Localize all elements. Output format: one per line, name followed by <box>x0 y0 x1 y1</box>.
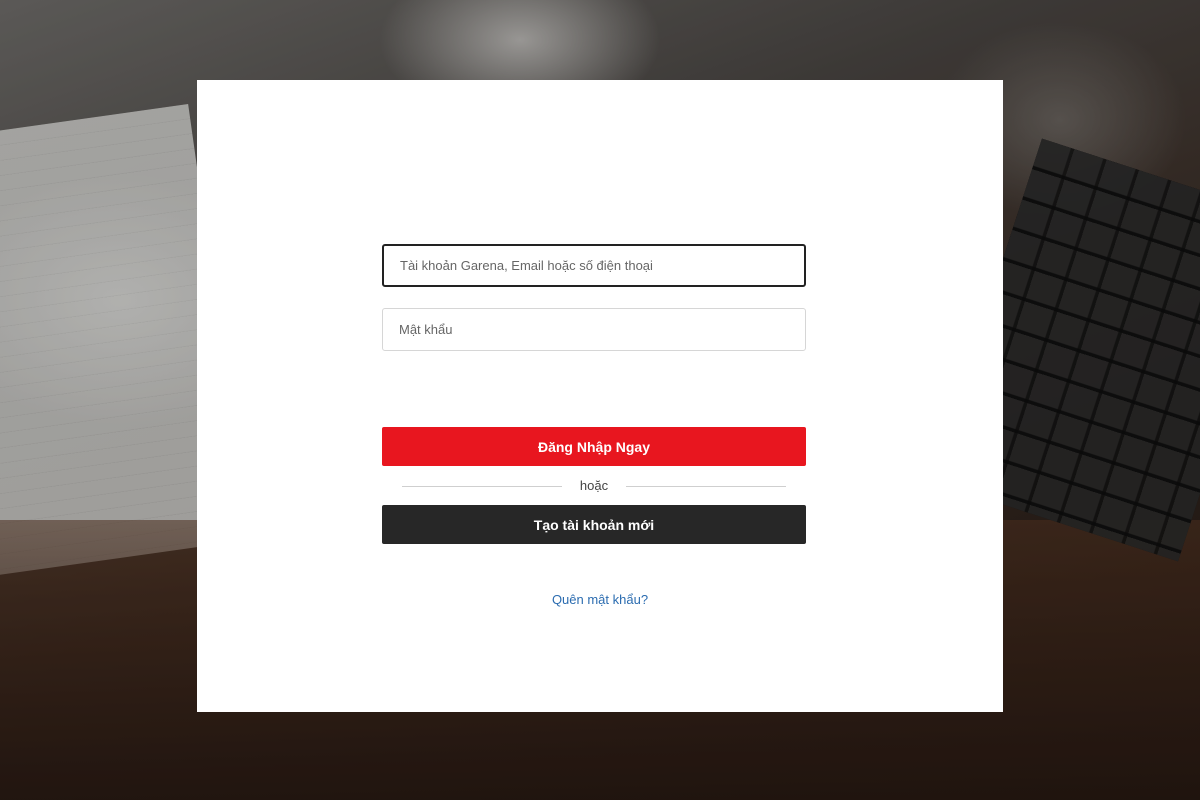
password-input[interactable] <box>382 308 806 351</box>
login-button[interactable]: Đăng Nhập Ngay <box>382 427 806 466</box>
or-divider: hoặc <box>402 476 786 496</box>
forgot-password-link[interactable]: Quên mật khẩu? <box>197 592 1003 607</box>
login-card: Đăng nhập Đăng Nhập Ngay hoặc Tạo tài kh… <box>197 80 1003 712</box>
divider-line-right <box>626 486 786 487</box>
create-account-button[interactable]: Tạo tài khoản mới <box>382 505 806 544</box>
account-input[interactable] <box>382 244 806 287</box>
